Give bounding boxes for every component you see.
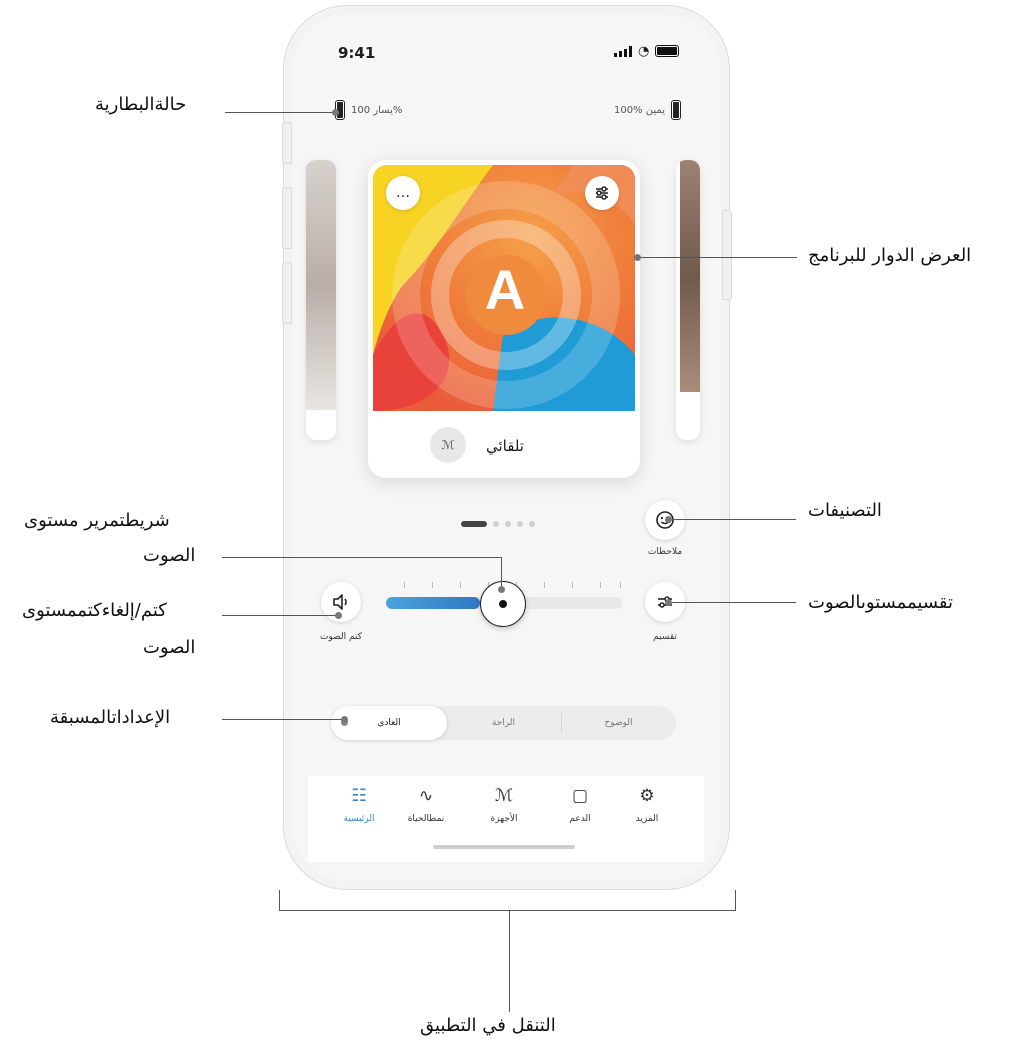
- callout-mute-line: [222, 615, 338, 616]
- preset-normal-label: العادي: [377, 718, 401, 728]
- tab-lifestyle[interactable]: ∿ نمطالحياة: [396, 784, 456, 824]
- callout-slider-line: [222, 557, 501, 558]
- pulse-icon: ∿: [418, 786, 434, 806]
- hearing-aid-icon: ℳ: [441, 438, 455, 452]
- tab-home[interactable]: ☷ الرئيسية: [329, 784, 389, 824]
- phone-mute-switch: [282, 122, 292, 164]
- carousel-card-prev[interactable]: [306, 160, 336, 440]
- callout-battery-line: [225, 112, 335, 113]
- tab-devices[interactable]: ℳ الأجهزة: [474, 784, 534, 824]
- more-icon: …: [396, 185, 410, 201]
- split-label: تقسيم: [653, 632, 677, 642]
- carousel-dot[interactable]: [529, 521, 535, 527]
- callout-split-line: [668, 602, 796, 603]
- grid-icon: ☷: [351, 786, 367, 806]
- callout-ratings: التصنيفات: [808, 500, 882, 521]
- preset-comfort-label: الراحة: [491, 718, 516, 728]
- tab-lifestyle-label: نمطالحياة: [407, 814, 445, 824]
- tab-devices-label: الأجهزة: [490, 814, 518, 824]
- preset-comfort[interactable]: الراحة: [446, 706, 561, 740]
- nav-bracket-right: [735, 890, 736, 910]
- callout-carousel: العرض الدوار للبرنامج: [808, 245, 972, 266]
- nav-bracket-left: [279, 890, 280, 910]
- tab-support-label: الدعم: [569, 814, 591, 824]
- battery-left: يسار 100%: [335, 100, 402, 120]
- carousel-dot[interactable]: [493, 521, 499, 527]
- callout-carousel-dot: [634, 254, 641, 261]
- nav-bracket-bottom: [279, 910, 736, 911]
- mute-label: كتم الصوت: [319, 632, 363, 642]
- program-letter: A: [484, 258, 526, 321]
- feedback-label: ملاحظات: [647, 547, 683, 557]
- tab-home-label: الرئيسية: [343, 814, 375, 824]
- carousel-dot[interactable]: [505, 521, 511, 527]
- nav-bracket-stem: [509, 910, 510, 1012]
- speaker-icon: [333, 594, 347, 610]
- program-more-button[interactable]: …: [386, 176, 420, 210]
- preset-normal[interactable]: العادي: [331, 706, 447, 740]
- tab-support[interactable]: ▢ الدعم: [550, 784, 610, 824]
- phone-volume-down: [282, 262, 292, 324]
- callout-presets: الإعداداتالمسبقة: [50, 707, 171, 728]
- carousel-dot[interactable]: [517, 521, 523, 527]
- battery-right-icon: [670, 100, 681, 120]
- home-indicator: [433, 845, 575, 849]
- callout-slider-line1: شريطتمرير مستوى: [24, 510, 170, 531]
- status-time: 9:41: [338, 44, 376, 62]
- callout-split-dot: [665, 599, 672, 606]
- program-settings-button[interactable]: [585, 176, 619, 210]
- callout-presets-dot: [341, 716, 348, 723]
- preset-clarity[interactable]: الوضوح: [561, 706, 676, 740]
- phone-volume-up: [282, 187, 292, 249]
- callout-mute-line2: الصوت: [143, 637, 196, 658]
- sliders-icon: [596, 186, 608, 200]
- hearing-aid-icon: ℳ: [494, 786, 514, 806]
- tab-more-label: المزيد: [635, 814, 659, 824]
- phone-power-button: [722, 210, 732, 300]
- callout-carousel-line: [637, 257, 797, 258]
- callout-slider-line-vertical: [501, 557, 502, 589]
- chat-icon: ▢: [571, 786, 589, 806]
- hearing-aid-chip: ℳ: [430, 427, 466, 463]
- callout-battery-dot: [332, 109, 339, 116]
- battery-icon: [655, 45, 680, 57]
- callout-battery: حالةالبطارية: [95, 94, 187, 115]
- callout-ratings-dot: [665, 516, 672, 523]
- callout-navigation: التنقل في التطبيق: [420, 1015, 556, 1036]
- callout-split: تقسيممستوىالصوت: [808, 592, 954, 613]
- presets-segmented: الوضوح الراحة العادي: [331, 706, 676, 740]
- callout-ratings-line: [668, 519, 796, 520]
- gear-icon: ⚙: [639, 786, 655, 806]
- tab-more[interactable]: ⚙ المزيد: [617, 784, 677, 824]
- volume-slider-fill: [386, 597, 480, 609]
- callout-mute-line1: كتم/إلغاءكتممستوى: [22, 600, 167, 621]
- callout-slider-dot: [498, 586, 505, 593]
- status-icons: ◔: [614, 43, 680, 59]
- callout-slider-line2: الصوت: [143, 545, 196, 566]
- program-name: تلقائي: [486, 437, 524, 455]
- callout-presets-line: [222, 719, 344, 720]
- carousel-dot[interactable]: [461, 521, 487, 527]
- wifi-icon: ◔: [638, 43, 650, 59]
- carousel-card-next[interactable]: [676, 160, 700, 440]
- callout-mute-dot: [335, 612, 342, 619]
- preset-clarity-label: الوضوح: [604, 718, 633, 728]
- preset-divider: [561, 713, 562, 733]
- battery-left-label: يسار 100%: [351, 104, 403, 116]
- carousel-dots[interactable]: [461, 521, 535, 527]
- battery-right: 100% يمين: [614, 100, 681, 120]
- signal-icon: [614, 45, 632, 57]
- battery-right-label: 100% يمين: [614, 104, 665, 116]
